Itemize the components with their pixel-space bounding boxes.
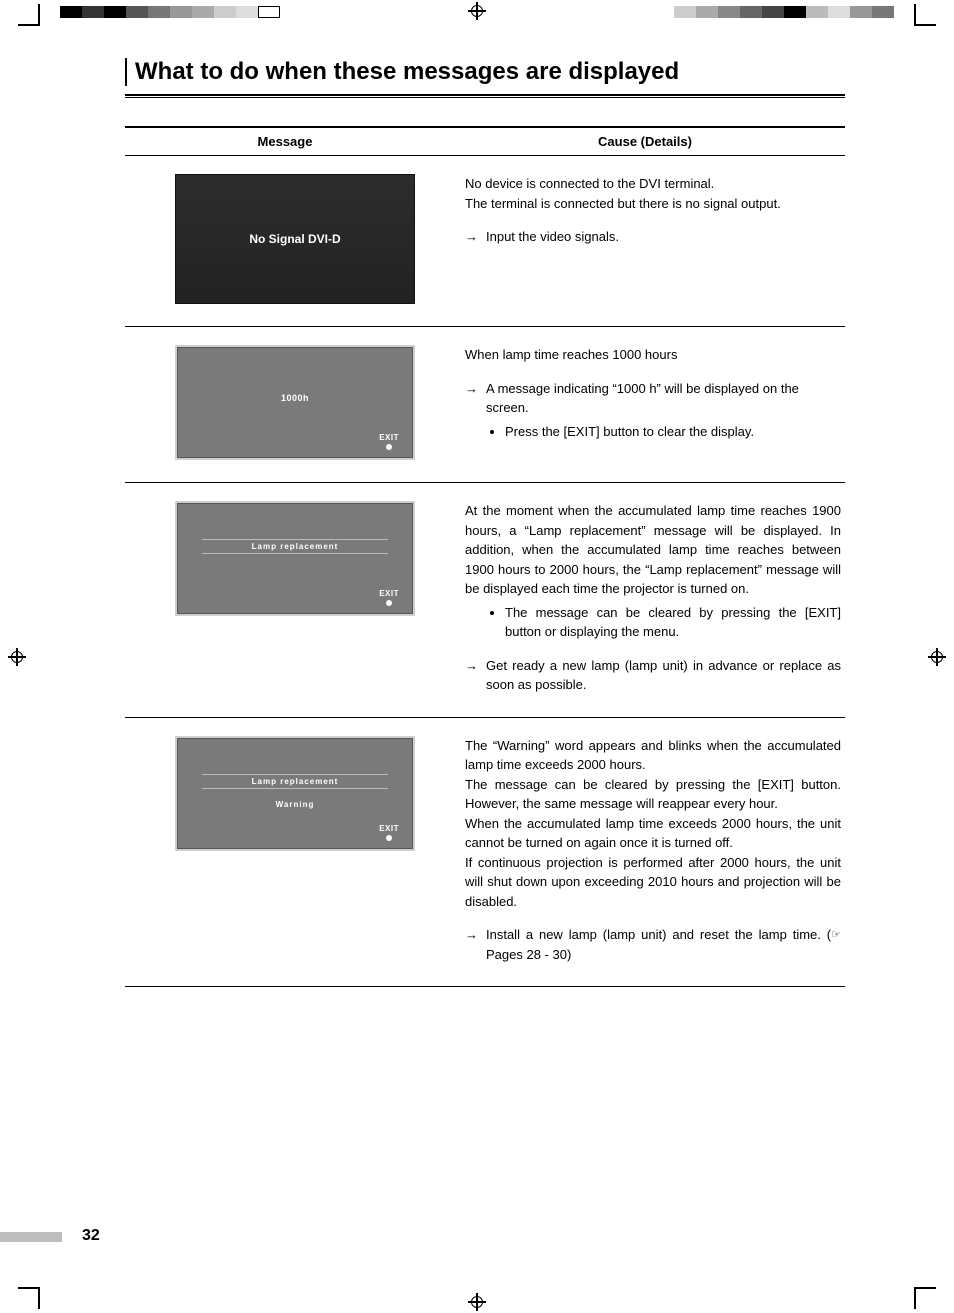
exit-label: EXIT bbox=[379, 589, 399, 606]
action-text: Get ready a new lamp (lamp unit) in adva… bbox=[486, 656, 841, 695]
reference-icon: ☞ bbox=[831, 929, 841, 941]
cause-text: The message can be cleared by pressing t… bbox=[465, 775, 841, 814]
message-screen-lamp-replacement: Lamp replacement EXIT bbox=[175, 501, 415, 616]
cause-text: When the accumulated lamp time exceeds 2… bbox=[465, 814, 841, 853]
screen-warning-text: Warning bbox=[177, 800, 413, 809]
registration-mark-icon bbox=[468, 2, 486, 20]
crop-mark bbox=[14, 1283, 40, 1309]
exit-text: EXIT bbox=[379, 589, 399, 598]
table-row: 1000h EXIT When lamp time reaches 1000 h… bbox=[125, 327, 845, 483]
page-number: 32 bbox=[82, 1227, 100, 1245]
message-screen-1000h: 1000h EXIT bbox=[175, 345, 415, 460]
table-row: Lamp replacement EXIT At the moment when… bbox=[125, 483, 845, 718]
exit-text: EXIT bbox=[379, 433, 399, 442]
cause-text: If continuous projection is performed af… bbox=[465, 853, 841, 912]
message-screen-lamp-warning: Lamp replacement Warning EXIT bbox=[175, 736, 415, 851]
page-content: What to do when these messages are displ… bbox=[125, 40, 845, 987]
table-row: Lamp replacement Warning EXIT The “Warni… bbox=[125, 718, 845, 988]
cause-text: When lamp time reaches 1000 hours bbox=[465, 345, 841, 365]
action-text: Input the video signals. bbox=[486, 227, 619, 247]
cause-text: No device is connected to the DVI termin… bbox=[465, 174, 841, 194]
table-row: No Signal DVI-D No device is connected t… bbox=[125, 156, 845, 327]
exit-text: EXIT bbox=[379, 824, 399, 833]
print-marks-top bbox=[0, 0, 954, 30]
exit-dot-icon bbox=[386, 835, 392, 841]
print-marks-bottom bbox=[0, 1283, 954, 1313]
exit-dot-icon bbox=[386, 444, 392, 450]
page-number-bar bbox=[0, 1232, 62, 1242]
registration-mark-icon bbox=[8, 648, 26, 666]
arrow-icon: → bbox=[465, 227, 478, 247]
screen-text: No Signal DVI-D bbox=[249, 232, 340, 246]
color-bar bbox=[674, 6, 894, 18]
registration-mark-icon bbox=[468, 1293, 486, 1311]
arrow-icon: → bbox=[465, 379, 478, 418]
crop-mark bbox=[914, 1283, 940, 1309]
cause-text: At the moment when the accumulated lamp … bbox=[465, 501, 841, 599]
exit-label: EXIT bbox=[379, 433, 399, 450]
reference-text: Pages 28 - 30) bbox=[486, 947, 571, 962]
screen-text: 1000h bbox=[177, 393, 413, 403]
cause-text: The terminal is connected but there is n… bbox=[465, 194, 841, 214]
title-rule bbox=[125, 94, 845, 98]
message-screen-no-signal: No Signal DVI-D bbox=[175, 174, 415, 304]
action-text: Install a new lamp (lamp unit) and reset… bbox=[486, 925, 841, 964]
exit-label: EXIT bbox=[379, 824, 399, 841]
title-wrap: What to do when these messages are displ… bbox=[125, 58, 845, 86]
action-main: Install a new lamp (lamp unit) and reset… bbox=[486, 927, 821, 942]
action-text: A message indicating “1000 h” will be di… bbox=[486, 379, 841, 418]
screen-text: Lamp replacement bbox=[202, 539, 388, 554]
crop-mark bbox=[14, 4, 40, 30]
table-header: Message Cause (Details) bbox=[125, 126, 845, 156]
cause-text: The “Warning” word appears and blinks wh… bbox=[465, 736, 841, 775]
exit-dot-icon bbox=[386, 600, 392, 606]
crop-mark bbox=[914, 4, 940, 30]
bullet-text: Press the [EXIT] button to clear the dis… bbox=[505, 422, 841, 442]
th-message: Message bbox=[125, 134, 445, 149]
page-title: What to do when these messages are displ… bbox=[135, 58, 845, 86]
th-cause: Cause (Details) bbox=[445, 134, 845, 149]
arrow-icon: → bbox=[465, 656, 478, 695]
arrow-icon: → bbox=[465, 925, 478, 964]
screen-text: Lamp replacement bbox=[202, 774, 388, 789]
color-bar bbox=[60, 6, 280, 18]
bullet-text: The message can be cleared by pressing t… bbox=[505, 603, 841, 642]
registration-mark-icon bbox=[928, 648, 946, 666]
